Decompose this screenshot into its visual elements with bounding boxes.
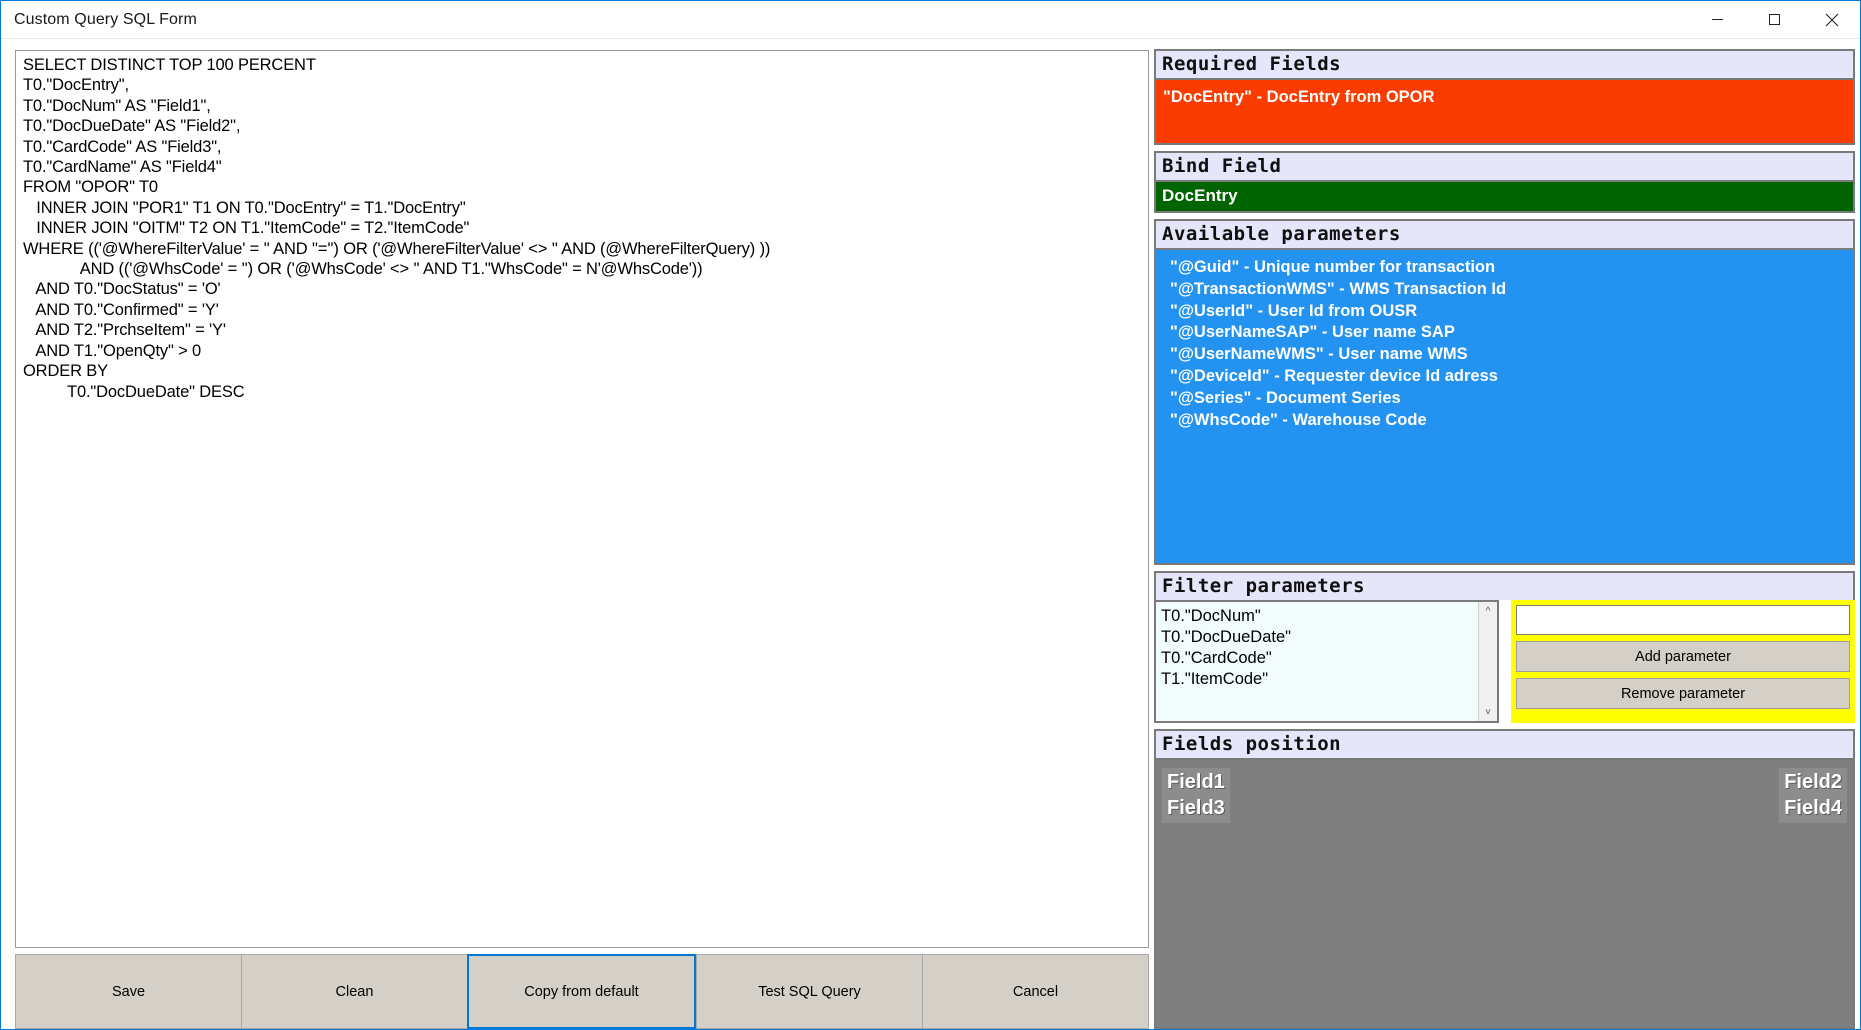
cancel-button[interactable]: Cancel: [922, 954, 1149, 1029]
chevron-up-icon[interactable]: ^: [1479, 602, 1498, 620]
required-field-item[interactable]: "DocEntry" - DocEntry from OPOR: [1163, 86, 1853, 108]
available-parameters-list[interactable]: "@Guid" - Unique number for transaction …: [1154, 248, 1855, 565]
add-parameter-button[interactable]: Add parameter: [1516, 641, 1850, 672]
copy-from-default-button[interactable]: Copy from default: [467, 954, 696, 1029]
save-button[interactable]: Save: [15, 954, 241, 1029]
required-fields-list[interactable]: "DocEntry" - DocEntry from OPOR: [1154, 78, 1855, 145]
required-fields-header: Required Fields: [1154, 49, 1855, 78]
remove-parameter-button[interactable]: Remove parameter: [1516, 678, 1850, 709]
maximize-button[interactable]: [1746, 1, 1803, 38]
test-sql-query-button[interactable]: Test SQL Query: [696, 954, 922, 1029]
close-icon: [1825, 13, 1839, 27]
available-parameter-item[interactable]: "@TransactionWMS" - WMS Transaction Id: [1170, 279, 1853, 301]
filter-parameter-item[interactable]: T0."DocDueDate": [1161, 627, 1478, 648]
bind-field-header: Bind Field: [1154, 151, 1855, 180]
filter-parameters-list[interactable]: T0."DocNum" T0."DocDueDate" T0."CardCode…: [1154, 600, 1499, 723]
available-parameter-item[interactable]: "@DeviceId" - Requester device Id adress: [1170, 366, 1853, 388]
filter-parameters-controls: Add parameter Remove parameter: [1511, 600, 1855, 723]
available-parameter-item[interactable]: "@UserId" - User Id from OUSR: [1170, 301, 1853, 323]
filter-parameter-item[interactable]: T1."ItemCode": [1161, 669, 1478, 690]
fields-position-canvas[interactable]: Field1 Field3 Field2 Field4: [1154, 758, 1855, 1029]
field-position-item[interactable]: Field3: [1167, 795, 1225, 821]
minimize-button[interactable]: [1689, 1, 1746, 38]
chevron-down-icon[interactable]: ˅: [1479, 703, 1498, 721]
minimize-icon: [1711, 13, 1724, 26]
custom-query-sql-form-window: Custom Query SQL Form SELECT DISTINCT TO…: [0, 0, 1861, 1030]
filter-parameters-scrollbar[interactable]: ^ ˅: [1478, 602, 1497, 721]
available-parameter-item[interactable]: "@UserNameWMS" - User name WMS: [1170, 344, 1853, 366]
sql-query-editor[interactable]: SELECT DISTINCT TOP 100 PERCENT T0."DocE…: [15, 50, 1149, 948]
test-sql-query-button-label: Test SQL Query: [758, 983, 861, 1000]
bind-field-value-box[interactable]: DocEntry: [1154, 180, 1855, 213]
fields-position-header: Fields position: [1154, 729, 1855, 758]
window-title: Custom Query SQL Form: [14, 10, 197, 28]
copy-from-default-button-label: Copy from default: [524, 983, 639, 1000]
field-position-item[interactable]: Field1: [1167, 769, 1225, 795]
filter-parameters-header: Filter parameters: [1154, 571, 1855, 600]
cancel-button-label: Cancel: [1012, 983, 1059, 1000]
form-buttons-row: Save Clean Copy from default Test SQL Qu…: [15, 954, 1149, 1029]
fields-position-right-group[interactable]: Field2 Field4: [1779, 768, 1847, 823]
maximize-icon: [1768, 13, 1781, 26]
available-parameters-header: Available parameters: [1154, 219, 1855, 248]
filter-parameter-item[interactable]: T0."CardCode": [1161, 648, 1478, 669]
bind-field-value: DocEntry: [1162, 186, 1238, 205]
clean-button-label: Clean: [335, 983, 374, 1000]
available-parameter-item[interactable]: "@WhsCode" - Warehouse Code: [1170, 410, 1853, 432]
filter-parameters-area: T0."DocNum" T0."DocDueDate" T0."CardCode…: [1154, 600, 1855, 723]
field-position-item[interactable]: Field4: [1784, 795, 1842, 821]
form-content: SELECT DISTINCT TOP 100 PERCENT T0."DocE…: [1, 39, 1860, 1029]
fields-position-left-group[interactable]: Field1 Field3: [1162, 768, 1230, 823]
filter-parameter-item[interactable]: T0."DocNum": [1161, 606, 1478, 627]
clean-button[interactable]: Clean: [241, 954, 467, 1029]
add-parameter-label: Add parameter: [1635, 648, 1731, 665]
save-button-label: Save: [111, 983, 146, 1000]
close-button[interactable]: [1803, 1, 1860, 38]
remove-parameter-label: Remove parameter: [1620, 685, 1746, 702]
sql-query-text: SELECT DISTINCT TOP 100 PERCENT T0."DocE…: [23, 56, 771, 401]
left-pane: SELECT DISTINCT TOP 100 PERCENT T0."DocE…: [1, 39, 1149, 1029]
available-parameter-item[interactable]: "@UserNameSAP" - User name SAP: [1170, 322, 1853, 344]
title-bar: Custom Query SQL Form: [1, 1, 1860, 39]
right-pane: Required Fields "DocEntry" - DocEntry fr…: [1149, 39, 1860, 1029]
filter-parameters-items[interactable]: T0."DocNum" T0."DocDueDate" T0."CardCode…: [1156, 602, 1478, 721]
available-parameter-item[interactable]: "@Series" - Document Series: [1170, 388, 1853, 410]
parameter-input[interactable]: [1516, 605, 1850, 635]
field-position-item[interactable]: Field2: [1784, 769, 1842, 795]
available-parameter-item[interactable]: "@Guid" - Unique number for transaction: [1170, 257, 1853, 279]
